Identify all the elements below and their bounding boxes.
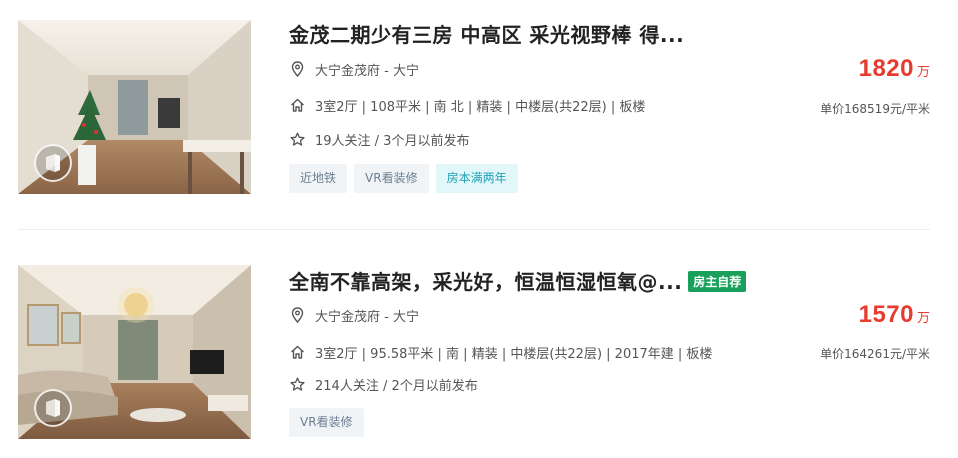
listing-card[interactable]: 金茂二期少有三房 中高区 采光视野棒 得... 大宁金茂府 - 大宁 3室2厅 … bbox=[0, 0, 958, 228]
tag-vr-decoration: VR看装修 bbox=[289, 408, 364, 437]
tag-near-subway: 近地铁 bbox=[289, 164, 348, 193]
house-icon bbox=[289, 344, 305, 360]
attributes-text: 3室2厅 | 108平米 | 南 北 | 精装 | 中楼层(共22层) | 板楼 bbox=[315, 99, 646, 115]
listing-divider bbox=[18, 229, 930, 230]
listing-tags: VR看装修 bbox=[289, 408, 364, 437]
total-price: 1570 万 bbox=[859, 301, 930, 329]
listing-photo[interactable] bbox=[18, 20, 251, 194]
listing-location[interactable]: 大宁金茂府 - 大宁 bbox=[289, 305, 419, 325]
follow-text: 214人关注 / 2个月以前发布 bbox=[315, 378, 478, 394]
listing-attributes: 3室2厅 | 108平米 | 南 北 | 精装 | 中楼层(共22层) | 板楼 bbox=[289, 95, 645, 115]
listing-location[interactable]: 大宁金茂府 - 大宁 bbox=[289, 59, 419, 79]
price-value: 1820 bbox=[858, 55, 914, 82]
tag-deed-two-years: 房本满两年 bbox=[435, 164, 518, 193]
listing-attributes: 3室2厅 | 95.58平米 | 南 | 精装 | 中楼层(共22层) | 20… bbox=[289, 342, 712, 362]
price-unit: 万 bbox=[916, 311, 930, 326]
listing-photo[interactable] bbox=[18, 265, 251, 439]
unit-price: 单价168519元/平米 bbox=[820, 102, 930, 116]
price-value: 1570 bbox=[858, 301, 914, 328]
location-text[interactable]: 大宁金茂府 - 大宁 bbox=[315, 60, 419, 79]
price-unit: 万 bbox=[916, 65, 930, 80]
star-icon bbox=[289, 131, 305, 147]
vr-panorama-icon[interactable] bbox=[34, 389, 72, 427]
listing-follow-info: 19人关注 / 3个月以前发布 bbox=[289, 129, 469, 149]
location-pin-icon bbox=[289, 307, 305, 323]
total-price: 1820 万 bbox=[859, 55, 930, 83]
vr-panorama-icon[interactable] bbox=[34, 144, 72, 182]
attributes-text: 3室2厅 | 95.58平米 | 南 | 精装 | 中楼层(共22层) | 20… bbox=[315, 346, 713, 362]
listing-title-text[interactable]: 金茂二期少有三房 中高区 采光视野棒 得... bbox=[289, 23, 684, 47]
unit-price: 单价164261元/平米 bbox=[820, 347, 930, 361]
listing-card[interactable]: 全南不靠高架，采光好，恒温恒湿恒氧@... 房主自荐 大宁金茂府 - 大宁 3室2… bbox=[0, 244, 958, 458]
house-icon bbox=[289, 97, 305, 113]
listing-title[interactable]: 全南不靠高架，采光好，恒温恒湿恒氧@... 房主自荐 bbox=[289, 266, 747, 295]
owner-recommended-badge: 房主自荐 bbox=[688, 271, 747, 292]
location-text[interactable]: 大宁金茂府 - 大宁 bbox=[315, 306, 419, 325]
listing-follow-info: 214人关注 / 2个月以前发布 bbox=[289, 374, 478, 394]
listing-tags: 近地铁 VR看装修 房本满两年 bbox=[289, 164, 518, 193]
tag-vr-decoration: VR看装修 bbox=[354, 164, 429, 193]
star-icon bbox=[289, 376, 305, 392]
listing-title-text[interactable]: 全南不靠高架，采光好，恒温恒湿恒氧@... bbox=[289, 270, 682, 294]
listing-title[interactable]: 金茂二期少有三房 中高区 采光视野棒 得... bbox=[289, 19, 684, 48]
location-pin-icon bbox=[289, 61, 305, 77]
follow-text: 19人关注 / 3个月以前发布 bbox=[315, 133, 470, 149]
